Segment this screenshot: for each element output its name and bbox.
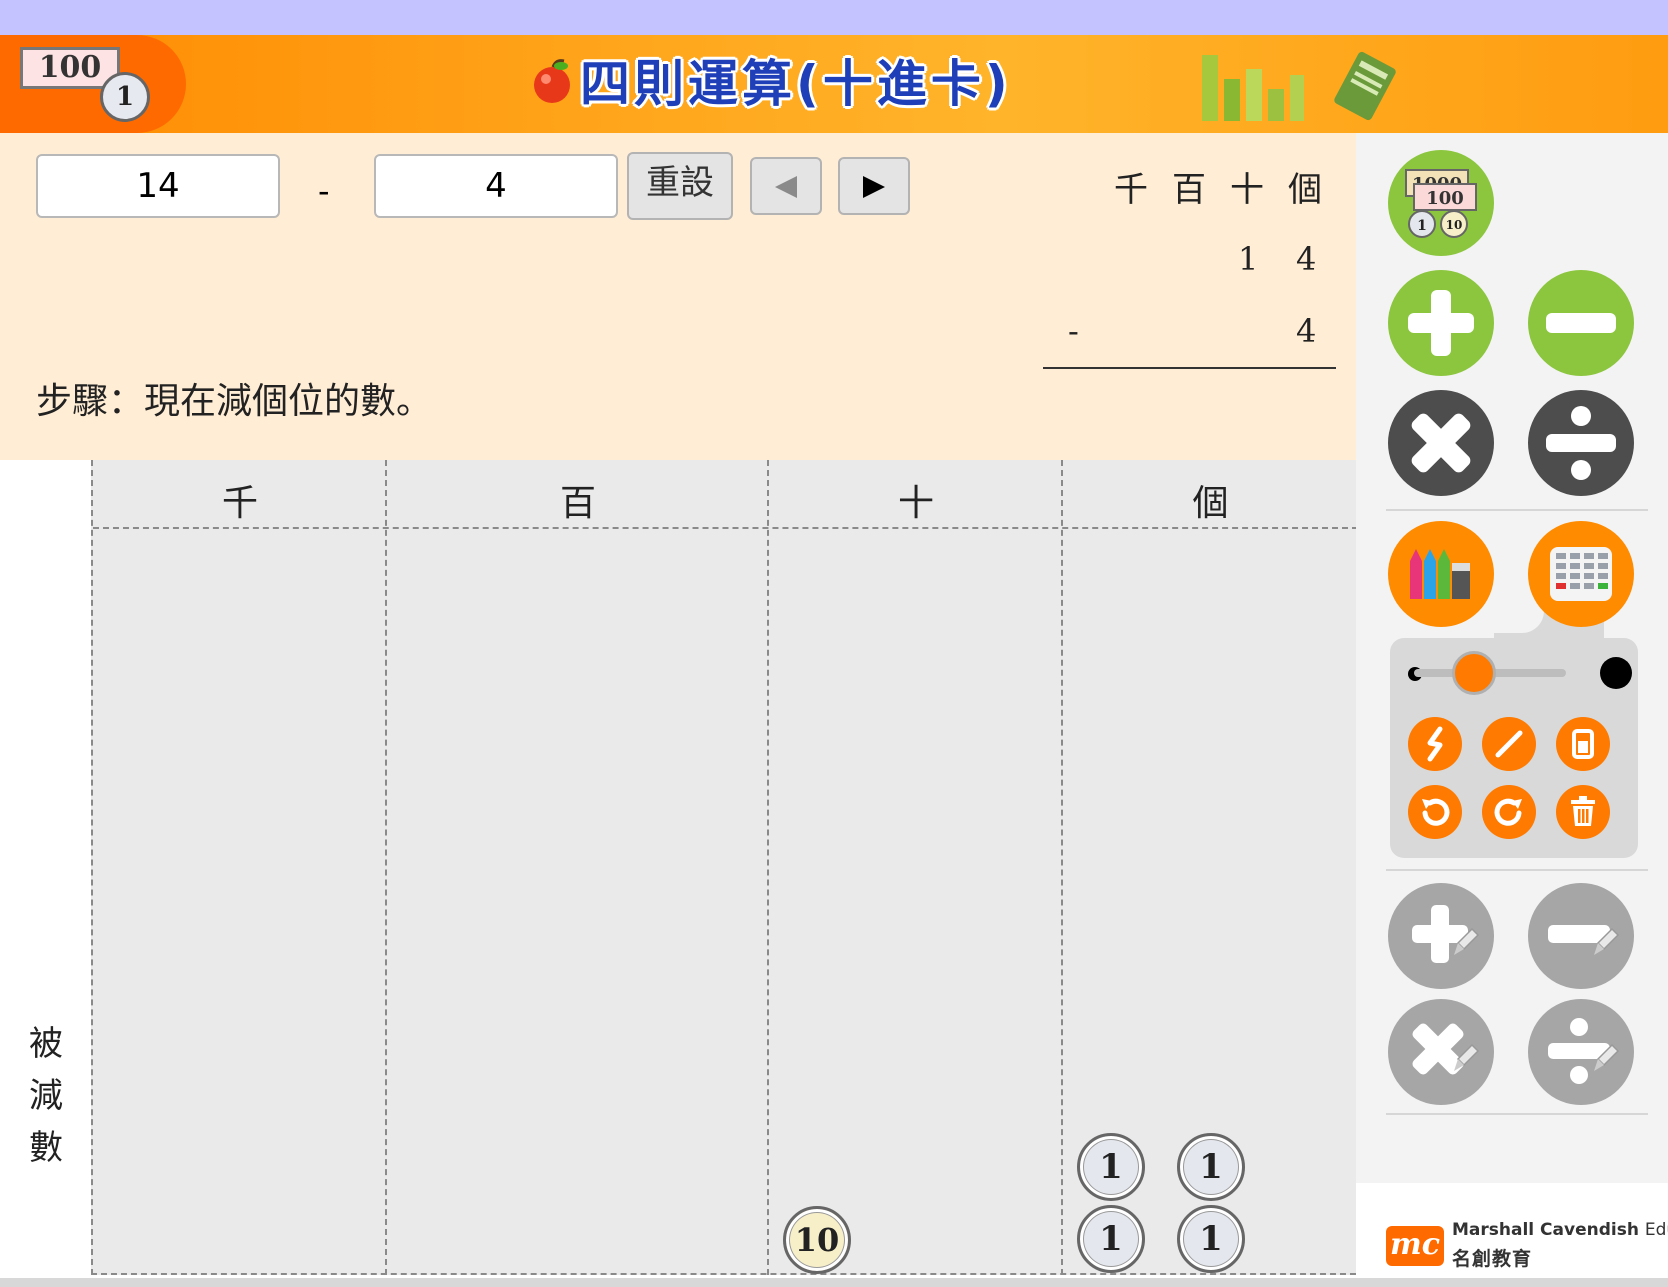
vertical-minuend-tens: 1 (1238, 240, 1259, 278)
clear-all-button[interactable] (1556, 785, 1610, 839)
write-division-button[interactable] (1528, 999, 1634, 1105)
straight-line-icon (1495, 730, 1523, 758)
svg-text:100: 100 (1426, 188, 1464, 209)
minuend-input[interactable]: 14 (36, 154, 280, 218)
logo-name-en: Marshall Cavendish Education (1452, 1220, 1668, 1240)
subtrahend-input[interactable]: 4 (374, 154, 618, 218)
toolbar-separator (1386, 1113, 1648, 1115)
coin-1-icon: 1 (100, 72, 150, 122)
vertical-operator: - (1068, 312, 1079, 350)
board-header-thousands: 千 (221, 483, 258, 524)
board-header-ones: 個 (1192, 483, 1229, 524)
plus-pencil-icon (1412, 905, 1480, 963)
publisher-logo: mc Marshall Cavendish Education 名創教育 (1374, 1210, 1668, 1282)
colored-pencils-icon (1410, 549, 1470, 599)
previous-step-button[interactable] (750, 157, 822, 215)
mc-logo-mark: mc (1386, 1226, 1444, 1266)
multiplication-button[interactable] (1388, 390, 1494, 496)
thick-line-icon (1600, 657, 1632, 689)
vertical-header-tens: 十 (1230, 170, 1264, 210)
trash-icon (1571, 796, 1595, 826)
row-label-char-2: 減 (29, 1076, 63, 1116)
freehand-pen-button[interactable] (1408, 717, 1462, 771)
ones-coin[interactable]: 1 (1177, 1133, 1245, 1201)
step-instruction: 步驟：現在減個位的數。 (36, 381, 433, 422)
line-width-slider-thumb[interactable] (1452, 651, 1496, 695)
keypad-icon (1550, 547, 1612, 601)
division-button[interactable] (1528, 390, 1634, 496)
board-header-divider (93, 527, 1358, 529)
vertical-sum-line (1043, 367, 1336, 369)
svg-text:1: 1 (1417, 218, 1427, 234)
money-cards-icon: 1000 100 1 10 (1405, 169, 1477, 238)
row-label-char-3: 數 (29, 1128, 63, 1168)
subtraction-button[interactable] (1528, 270, 1634, 376)
vertical-minuend-ones: 4 (1296, 240, 1317, 278)
eraser-icon (1572, 729, 1594, 759)
minus-icon (1546, 313, 1616, 333)
apple-icon (534, 59, 570, 103)
book-decoration-icon (1334, 51, 1396, 121)
minus-pencil-icon (1548, 925, 1620, 955)
vertical-header-thousands: 千 (1114, 170, 1148, 210)
money-cards-button[interactable]: 1000 100 1 10 (1388, 150, 1494, 256)
redo-icon (1494, 798, 1522, 826)
write-addition-button[interactable] (1388, 883, 1494, 989)
operator-sign: - (318, 172, 330, 210)
redo-button[interactable] (1482, 785, 1536, 839)
multiply-icon (1411, 413, 1471, 473)
app-root: 100 1 四則運算(十進卡) 14 - 4 重設 千 百 十 個 1 4 - … (0, 0, 1668, 1287)
multiply-pencil-icon (1412, 1023, 1480, 1075)
undo-icon (1422, 798, 1450, 826)
write-multiplication-button[interactable] (1388, 999, 1494, 1105)
addition-button[interactable] (1388, 270, 1494, 376)
column-tens[interactable] (769, 460, 1063, 1275)
place-value-board: 千 百 十 個 (91, 460, 1358, 1275)
home-badge[interactable]: 100 1 (0, 35, 186, 133)
board-header-hundreds: 百 (559, 483, 596, 524)
board-header-tens: 十 (897, 483, 934, 524)
tens-coin[interactable]: 10 (783, 1206, 851, 1274)
next-step-button[interactable] (838, 157, 910, 215)
ones-coin[interactable]: 1 (1077, 1205, 1145, 1273)
page-title: 四則運算(十進卡) (580, 55, 1012, 113)
vertical-header-ones: 個 (1288, 170, 1322, 210)
toolbar-separator (1386, 869, 1648, 871)
eraser-button[interactable] (1556, 717, 1610, 771)
undo-button[interactable] (1408, 785, 1462, 839)
triangle-right-icon (863, 176, 885, 198)
vertical-header-hundreds: 百 (1172, 170, 1206, 210)
bar-chart-decoration-icon (1202, 55, 1304, 121)
bottom-strip (0, 1278, 1668, 1287)
vertical-subtrahend-ones: 4 (1296, 312, 1317, 350)
write-subtraction-button[interactable] (1528, 883, 1634, 989)
squiggle-icon (1427, 726, 1443, 762)
toolbar-separator (1386, 509, 1648, 511)
ones-coin[interactable]: 1 (1177, 1205, 1245, 1273)
reset-button[interactable]: 重設 (627, 152, 733, 220)
ones-coin[interactable]: 1 (1077, 1133, 1145, 1201)
row-label-char-1: 被 (29, 1024, 63, 1064)
top-strip (0, 0, 1668, 35)
right-toolbar: 1000 100 1 10 (1356, 133, 1668, 1183)
triangle-left-icon (775, 176, 797, 198)
keypad-button[interactable] (1528, 521, 1634, 627)
column-thousands[interactable] (93, 460, 387, 1275)
pens-button[interactable] (1388, 521, 1494, 627)
plus-icon (1408, 290, 1474, 356)
column-hundreds[interactable] (387, 460, 769, 1275)
header-banner: 100 1 四則運算(十進卡) (0, 35, 1668, 133)
divide-icon (1546, 406, 1616, 480)
line-tool-button[interactable] (1482, 717, 1536, 771)
logo-name-zh: 名創教育 (1452, 1248, 1533, 1270)
divide-pencil-icon (1548, 1018, 1620, 1084)
svg-text:10: 10 (1446, 218, 1463, 232)
